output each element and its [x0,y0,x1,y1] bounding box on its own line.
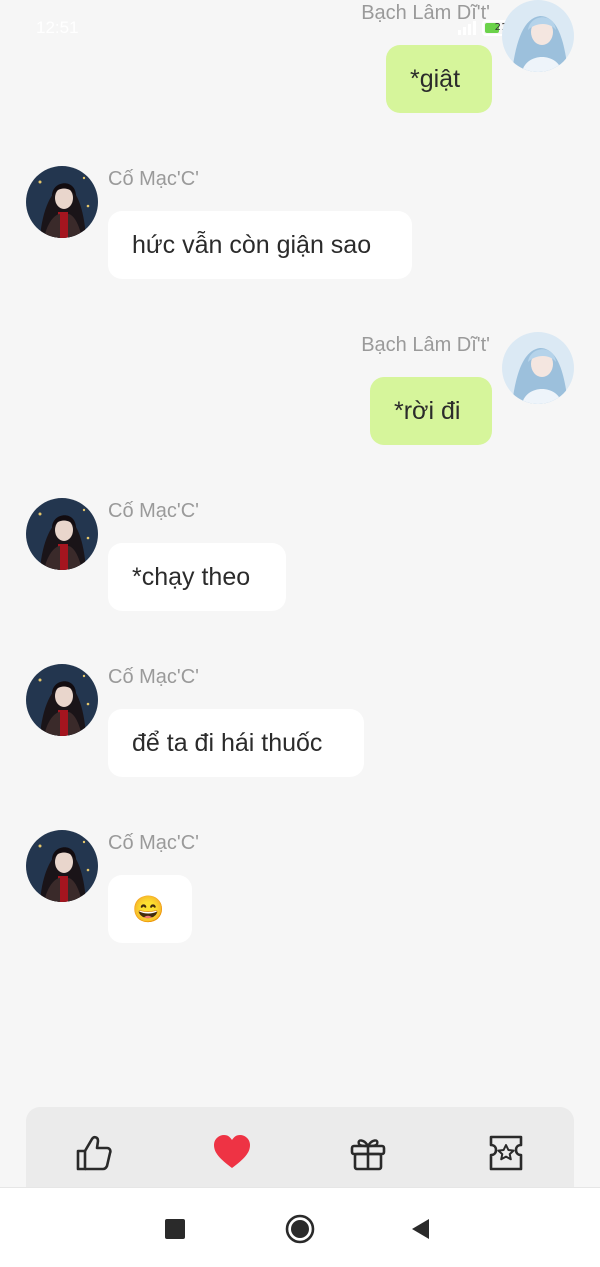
message-bubble[interactable]: *giật [386,45,492,113]
avatar-bach-lam[interactable] [502,332,574,404]
avatar-co-mac[interactable] [26,830,98,902]
avatar-co-mac[interactable] [26,664,98,736]
action-bar [26,1107,574,1187]
message-bubble[interactable]: hức vẫn còn giận sao [108,211,412,279]
sender-name: Cố Mạc'C' [108,168,199,190]
back-icon[interactable] [406,1214,436,1244]
sender-name: Cố Mạc'C' [108,666,199,688]
message-bubble[interactable]: *chạy theo [108,543,286,611]
sender-name: Bạch Lâm Dĩ't' [361,334,490,356]
sender-name: Cố Mạc'C' [108,832,199,854]
message-bubble[interactable]: 😄 [108,875,192,943]
avatar-bach-lam[interactable] [502,0,574,72]
sender-name: Bạch Lâm Dĩ't' [361,2,490,24]
status-time: 12:51 [36,18,79,37]
ticket-star-icon[interactable] [484,1131,528,1175]
sender-name: Cố Mạc'C' [108,500,199,522]
message-bubble[interactable]: để ta đi hái thuốc [108,709,364,777]
avatar-co-mac[interactable] [26,498,98,570]
heart-icon[interactable] [210,1131,254,1175]
avatar-co-mac[interactable] [26,166,98,238]
message-bubble[interactable]: *rời đi [370,377,492,445]
system-nav-bar [0,1187,600,1267]
thumbs-up-icon[interactable] [72,1131,116,1175]
recent-apps-icon[interactable] [160,1214,190,1244]
gift-icon[interactable] [346,1131,390,1175]
home-icon[interactable] [285,1214,315,1244]
